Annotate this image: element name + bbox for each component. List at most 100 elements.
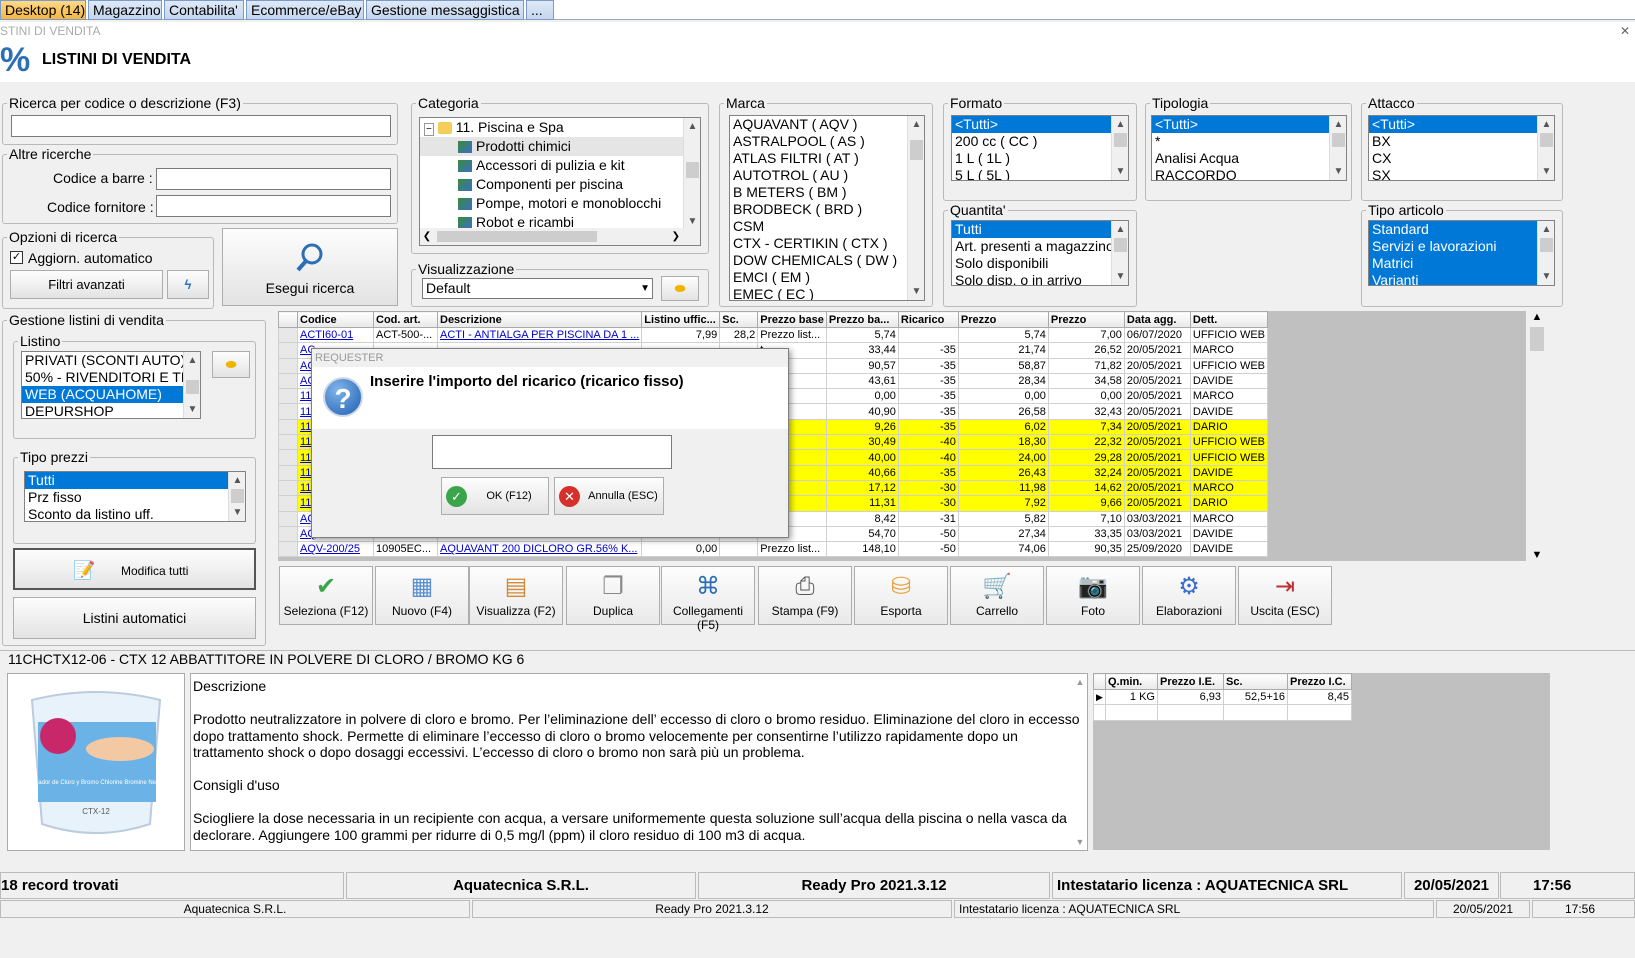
- column-header[interactable]: Prezzo: [957, 311, 1049, 328]
- tree-node-root[interactable]: − 11. Piscina e Spa: [420, 118, 700, 137]
- listino-list[interactable]: PRIVATI (SCONTI AUTO) 50% - RIVENDITORI E…: [21, 351, 201, 419]
- visualizzazione-select[interactable]: Default ▼: [422, 278, 653, 299]
- toolbar-button-5[interactable]: ⎙ Stampa (F9): [758, 566, 852, 625]
- list-item[interactable]: <Tutti>: [1369, 116, 1554, 133]
- list-item[interactable]: PRIVATI (SCONTI AUTO): [22, 352, 200, 369]
- row-selector[interactable]: [278, 434, 298, 451]
- categoria-tree[interactable]: − 11. Piscina e Spa Prodotti chimici Acc…: [419, 117, 701, 246]
- column-header[interactable]: Ricarico: [897, 311, 959, 328]
- marca-list[interactable]: AQUAVANT ( AQV ) ASTRALPOOL ( AS ) ATLAS F…: [729, 115, 925, 301]
- tab-contabilita[interactable]: Contabilita': [164, 0, 244, 20]
- list-item[interactable]: SX: [1369, 167, 1554, 180]
- tab-desktop[interactable]: Desktop (14): [0, 0, 86, 20]
- list-item[interactable]: 5 L ( 5L ): [952, 167, 1128, 180]
- tab-magazzino[interactable]: Magazzino: [88, 0, 162, 20]
- list-item[interactable]: Prz fisso: [25, 489, 245, 506]
- row-selector[interactable]: [278, 342, 298, 359]
- toolbar-button-8[interactable]: 📷 Foto: [1046, 566, 1140, 625]
- listini-automatici-button[interactable]: Listini automatici: [13, 597, 256, 639]
- marca-scrollbar[interactable]: ▲ ▼: [907, 116, 924, 300]
- close-icon[interactable]: ✕: [1620, 24, 1630, 38]
- tab-messaggistica[interactable]: Gestione messaggistica: [366, 0, 524, 20]
- lightning-icon[interactable]: ϟ: [167, 270, 209, 299]
- column-header[interactable]: Listino uffic...: [641, 311, 721, 328]
- auto-update-checkbox[interactable]: ✓: [10, 251, 23, 264]
- categoria-hscrollbar[interactable]: ❮ ❯: [420, 228, 700, 245]
- list-item[interactable]: *: [1152, 133, 1346, 150]
- list-item[interactable]: 50% - RIVENDITORI E TRA: [22, 369, 200, 386]
- list-item[interactable]: Tutti: [952, 221, 1128, 238]
- row-selector[interactable]: [278, 479, 298, 497]
- toolbar-button-7[interactable]: 🛒 Carrello: [950, 566, 1044, 625]
- list-item[interactable]: Varianti: [1369, 272, 1554, 285]
- price-cell[interactable]: 52,5+16: [1223, 688, 1288, 706]
- list-item[interactable]: Solo disp. o in arrivo: [952, 272, 1128, 285]
- column-header[interactable]: Codice: [297, 311, 374, 328]
- tree-node-accessori[interactable]: Accessori di pulizia e kit: [420, 156, 700, 175]
- list-item[interactable]: Solo disponibili: [952, 255, 1128, 272]
- table-cell[interactable]: ACTI60-01: [297, 326, 374, 344]
- supplier-code-input[interactable]: [156, 195, 391, 217]
- toolbar-button-2[interactable]: ▤ Visualizza (F2): [469, 566, 563, 625]
- list-item[interactable]: DOW CHEMICALS ( DW ): [730, 252, 924, 269]
- table-cell[interactable]: ACTI - ANTIALGA PER PISCINA DA 1 ...: [436, 326, 643, 344]
- row-selector[interactable]: [278, 403, 298, 420]
- row-selector[interactable]: [278, 541, 298, 558]
- row-selector[interactable]: [278, 510, 298, 527]
- table-row[interactable]: AQV-200/25 10905EC... AQUAVANT 200 DICLORO…: [278, 541, 1269, 558]
- toolbar-button-9[interactable]: ⚙ Elaborazioni: [1142, 566, 1236, 625]
- row-selector[interactable]: [278, 372, 298, 390]
- list-item[interactable]: AUTOTROL ( AU ): [730, 167, 924, 184]
- attacco-list[interactable]: <Tutti> BX CX SX ▲ ▼: [1368, 115, 1555, 181]
- view-settings-icon[interactable]: ⬬: [661, 276, 699, 301]
- tipologia-list[interactable]: <Tutti> * Analisi Acqua RACCORDO ▲ ▼: [1151, 115, 1347, 181]
- list-item[interactable]: WEB (ACQUAHOME): [22, 386, 200, 403]
- list-item[interactable]: CX: [1369, 150, 1554, 167]
- search-input[interactable]: [11, 115, 391, 137]
- toolbar-button-1[interactable]: ▦ Nuovo (F4): [375, 566, 469, 625]
- column-header[interactable]: Sc.: [719, 311, 759, 328]
- tab-ecommerce[interactable]: Ecommerce/eBay: [246, 0, 364, 20]
- list-item[interactable]: Standard: [1369, 221, 1554, 238]
- advanced-filters-button[interactable]: Filtri avanzati: [10, 270, 163, 299]
- list-item[interactable]: 1 L ( 1L ): [952, 150, 1128, 167]
- row-selector[interactable]: [278, 464, 298, 481]
- price-cell[interactable]: 8,45: [1287, 688, 1352, 706]
- toolbar-button-0[interactable]: ✔ Seleziona (F12): [279, 566, 373, 625]
- column-header[interactable]: Prezzo base: [757, 311, 827, 328]
- column-header[interactable]: Descrizione: [436, 311, 643, 328]
- list-item[interactable]: RACCORDO: [1152, 167, 1346, 180]
- list-item[interactable]: Matrici: [1369, 255, 1554, 272]
- list-item[interactable]: CTX - CERTIKIN ( CTX ): [730, 235, 924, 252]
- quantita-list[interactable]: Tutti Art. presenti a magazzino Solo dispo…: [951, 220, 1129, 286]
- list-item[interactable]: DEPURSHOP: [22, 403, 200, 418]
- list-item[interactable]: BRODBECK ( BRD ): [730, 201, 924, 218]
- ok-button[interactable]: ✓ OK (F12): [441, 477, 549, 515]
- list-item[interactable]: B METERS ( BM ): [730, 184, 924, 201]
- list-item[interactable]: ATLAS FILTRI ( AT ): [730, 150, 924, 167]
- list-item[interactable]: Tutti: [25, 472, 245, 489]
- list-item[interactable]: Sconto da listino uff.: [25, 506, 245, 521]
- tree-node-pompe[interactable]: Pompe, motori e monoblocchi: [420, 194, 700, 213]
- tree-node-prodotti[interactable]: Prodotti chimici: [420, 137, 700, 156]
- column-header[interactable]: Dett.: [1189, 311, 1269, 328]
- list-item[interactable]: Art. presenti a magazzino: [952, 238, 1128, 255]
- row-selector[interactable]: [278, 357, 298, 374]
- modifica-tutti-button[interactable]: 📝 Modifica tutti: [13, 548, 256, 590]
- cancel-button[interactable]: ✕ Annulla (ESC): [554, 477, 664, 515]
- listino-settings-icon[interactable]: ⬬: [212, 351, 250, 378]
- row-selector[interactable]: [278, 326, 298, 344]
- toolbar-button-3[interactable]: ❐ Duplica: [566, 566, 660, 625]
- row-selector[interactable]: [278, 418, 298, 436]
- toolbar-button-4[interactable]: ⌘ Collegamenti (F5): [661, 566, 755, 632]
- list-item[interactable]: Analisi Acqua: [1152, 150, 1346, 167]
- column-header[interactable]: Prezzo ba...: [825, 311, 899, 328]
- price-cell[interactable]: 6,93: [1157, 688, 1224, 706]
- toolbar-button-10[interactable]: ⇥ Uscita (ESC): [1238, 566, 1332, 625]
- ricarico-input[interactable]: [432, 435, 672, 469]
- column-header[interactable]: Prezzo: [1047, 311, 1125, 328]
- list-item[interactable]: <Tutti>: [1152, 116, 1346, 133]
- desc-scrollbar[interactable]: ▲ ▼: [1073, 674, 1087, 850]
- formato-list[interactable]: <Tutti> 200 cc ( CC ) 1 L ( 1L ) 5 L ( 5L )…: [951, 115, 1129, 181]
- list-item[interactable]: ASTRALPOOL ( AS ): [730, 133, 924, 150]
